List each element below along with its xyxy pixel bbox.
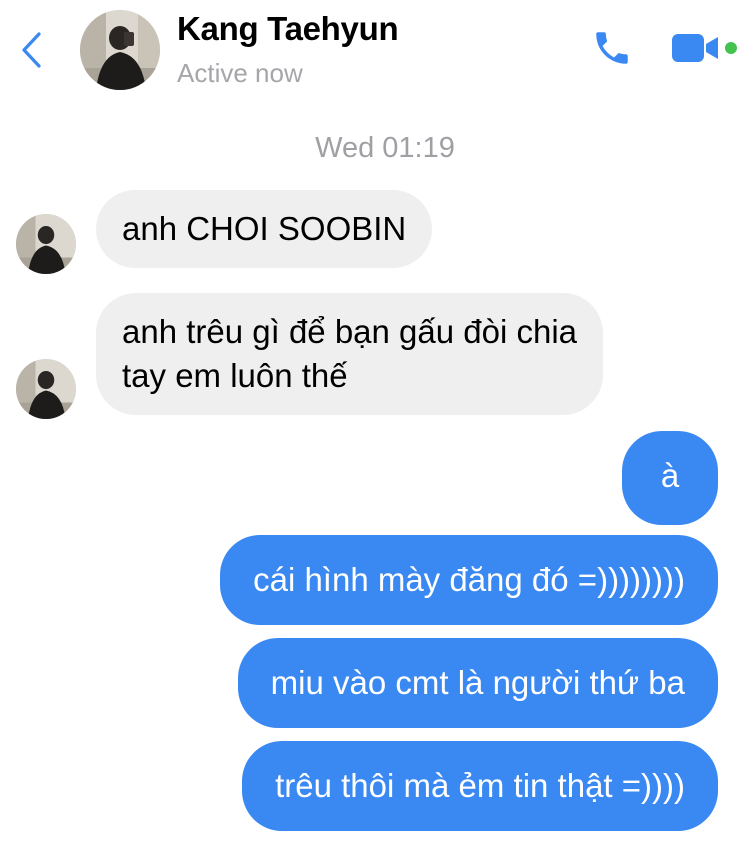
sender-avatar[interactable] [16,214,76,274]
avatar-photo [16,214,76,274]
video-camera-icon [672,34,737,62]
outgoing-message[interactable]: cái hình mày đăng đó =)))))))) [220,535,718,625]
incoming-message[interactable]: anh CHOI SOOBIN [96,190,433,268]
active-status: Active now [177,58,303,88]
contact-avatar[interactable] [80,10,160,90]
message-text: trêu thôi mà ẻm tin thật =)))) [275,767,685,804]
message-text: miu vào cmt là người thứ ba [270,664,685,701]
message-text: anh CHOI SOOBIN [122,210,407,247]
sender-avatar[interactable] [16,359,76,419]
message-text: à [660,457,680,494]
outgoing-message[interactable]: miu vào cmt là người thứ ba [237,638,718,728]
avatar-photo [80,10,160,90]
voice-call-button[interactable] [588,24,636,72]
message-text: cái hình mày đăng đó =)))))))) [253,561,685,598]
outgoing-message[interactable]: à [622,431,718,525]
video-call-button[interactable] [666,26,742,70]
message-text-line: tay em luôn thế [122,357,348,394]
back-button[interactable] [14,28,48,72]
online-indicator-icon [725,42,737,54]
chevron-left-icon [22,32,41,68]
chat-header: Kang Taehyun Active now [0,0,750,108]
avatar-photo [16,359,76,419]
incoming-message[interactable]: anh trêu gì để bạn gấu đòi chia tay em l… [96,293,604,415]
message-timestamp: Wed 01:19 [315,132,455,164]
outgoing-message[interactable]: trêu thôi mà ẻm tin thật =)))) [242,741,718,831]
contact-name[interactable]: Kang Taehyun [177,10,399,48]
phone-icon [596,32,628,64]
message-text-line: anh trêu gì để bạn gấu đòi chia [122,313,578,350]
